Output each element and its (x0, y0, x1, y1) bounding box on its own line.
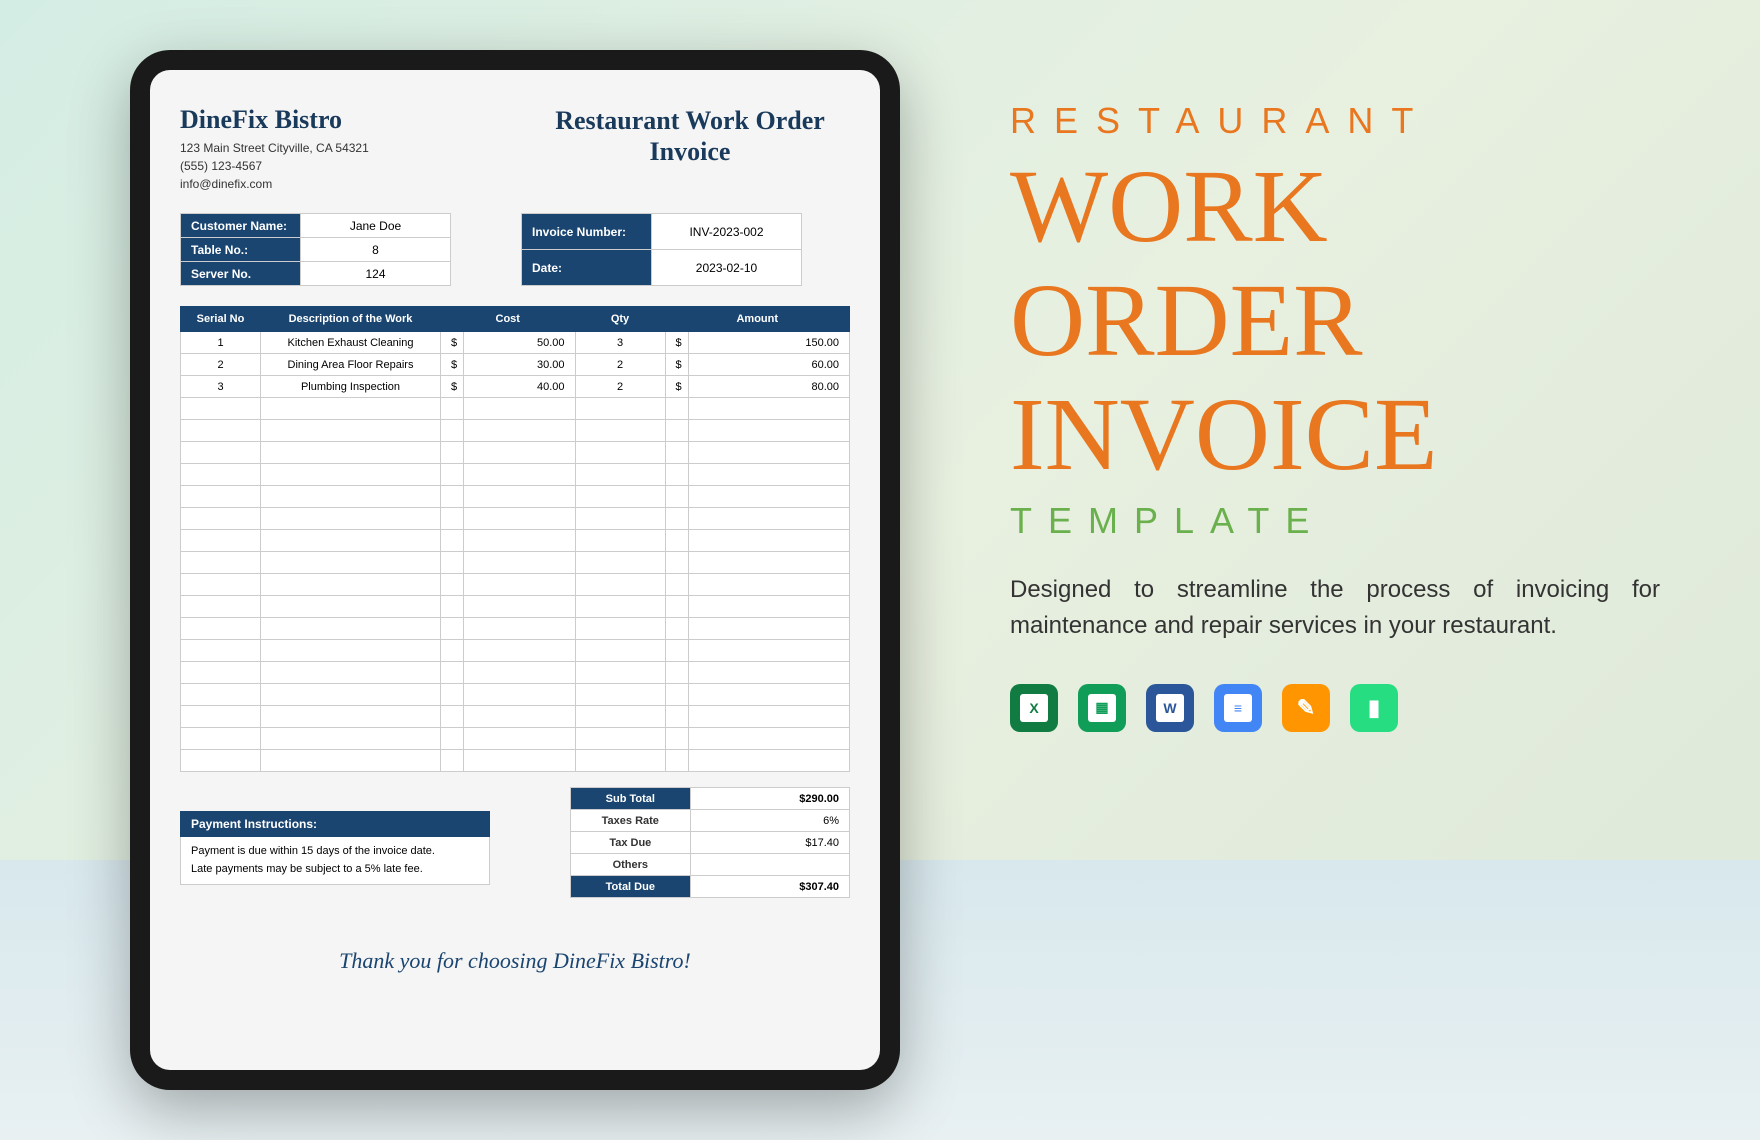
items-table: Serial No Description of the Work Cost Q… (180, 306, 850, 772)
customer-name-label: Customer Name: (181, 214, 301, 238)
totaldue-label: Total Due (571, 876, 691, 898)
server-no-label: Server No. (181, 262, 301, 286)
table-row-empty (181, 442, 850, 464)
payment-header: Payment Instructions: (180, 811, 490, 837)
customer-name-value: Jane Doe (301, 214, 451, 238)
subtotal-label: Sub Total (571, 788, 691, 810)
taxrate-value: 6% (690, 810, 849, 832)
promo-restaurant: RESTAURANT (1010, 100, 1660, 142)
promo-line2: ORDER (1010, 266, 1660, 375)
promo-line3: INVOICE (1010, 380, 1660, 489)
totals-table: Sub Total $290.00 Taxes Rate 6% Tax Due … (570, 787, 850, 898)
sheets-icon: ▦ (1078, 684, 1126, 732)
table-row-empty (181, 420, 850, 442)
promo-panel: RESTAURANT WORK ORDER INVOICE TEMPLATE D… (1010, 100, 1660, 732)
excel-icon: X (1010, 684, 1058, 732)
table-row-empty (181, 662, 850, 684)
table-row-empty (181, 552, 850, 574)
table-row-empty (181, 464, 850, 486)
info-row: Customer Name: Jane Doe Table No.: 8 Ser… (180, 213, 850, 286)
company-phone: (555) 123-4567 (180, 157, 530, 175)
promo-description: Designed to streamline the process of in… (1010, 572, 1660, 644)
totaldue-value: $307.40 (690, 876, 849, 898)
promo-line1: WORK (1010, 152, 1660, 261)
col-serial: Serial No (181, 307, 261, 332)
payment-line1: Payment is due within 15 days of the inv… (191, 843, 479, 861)
col-amount: Amount (665, 307, 850, 332)
app-icons-row: X ▦ W ≡ ✎ ▮ (1010, 684, 1660, 732)
table-row-empty (181, 706, 850, 728)
payment-box: Payment Instructions: Payment is due wit… (180, 811, 490, 885)
col-qty: Qty (575, 307, 665, 332)
table-row-empty (181, 684, 850, 706)
payment-line2: Late payments may be subject to a 5% lat… (191, 861, 479, 879)
company-name: DineFix Bistro (180, 105, 530, 135)
invoice-number-value: INV-2023-002 (652, 214, 802, 250)
invoice-number-label: Invoice Number: (522, 214, 652, 250)
others-value (690, 854, 849, 876)
subtotal-value: $290.00 (690, 788, 849, 810)
table-row: 3Plumbing Inspection$40.002$80.00 (181, 376, 850, 398)
table-row-empty (181, 486, 850, 508)
others-label: Others (571, 854, 691, 876)
taxrate-label: Taxes Rate (571, 810, 691, 832)
table-row-empty (181, 530, 850, 552)
table-row-empty (181, 640, 850, 662)
payment-body: Payment is due within 15 days of the inv… (180, 837, 490, 885)
date-value: 2023-02-10 (652, 250, 802, 286)
thanks-message: Thank you for choosing DineFix Bistro! (180, 948, 850, 974)
taxdue-label: Tax Due (571, 832, 691, 854)
invoice-info-table: Invoice Number: INV-2023-002 Date: 2023-… (521, 213, 802, 286)
table-row-empty (181, 750, 850, 772)
col-cost: Cost (441, 307, 576, 332)
company-email: info@dinefix.com (180, 175, 530, 193)
table-no-label: Table No.: (181, 238, 301, 262)
pages-icon: ✎ (1282, 684, 1330, 732)
table-row: 2Dining Area Floor Repairs$30.002$60.00 (181, 354, 850, 376)
docs-icon: ≡ (1214, 684, 1262, 732)
table-row-empty (181, 574, 850, 596)
company-info: DineFix Bistro 123 Main Street Cityville… (180, 105, 530, 193)
table-row: 1Kitchen Exhaust Cleaning$50.003$150.00 (181, 332, 850, 354)
table-no-value: 8 (301, 238, 451, 262)
header-row: DineFix Bistro 123 Main Street Cityville… (180, 105, 850, 193)
bottom-row: Payment Instructions: Payment is due wit… (180, 787, 850, 898)
table-row-empty (181, 618, 850, 640)
promo-template: TEMPLATE (1010, 500, 1660, 542)
col-desc: Description of the Work (261, 307, 441, 332)
table-row-empty (181, 596, 850, 618)
tablet-frame: DineFix Bistro 123 Main Street Cityville… (130, 50, 900, 1090)
company-address: 123 Main Street Cityville, CA 54321 (180, 139, 530, 157)
table-row-empty (181, 508, 850, 530)
date-label: Date: (522, 250, 652, 286)
numbers-icon: ▮ (1350, 684, 1398, 732)
word-icon: W (1146, 684, 1194, 732)
table-row-empty (181, 398, 850, 420)
customer-info-table: Customer Name: Jane Doe Table No.: 8 Ser… (180, 213, 451, 286)
server-no-value: 124 (301, 262, 451, 286)
table-row-empty (181, 728, 850, 750)
document-title: Restaurant Work Order Invoice (530, 105, 850, 193)
tablet-screen: DineFix Bistro 123 Main Street Cityville… (150, 70, 880, 1070)
taxdue-value: $17.40 (690, 832, 849, 854)
